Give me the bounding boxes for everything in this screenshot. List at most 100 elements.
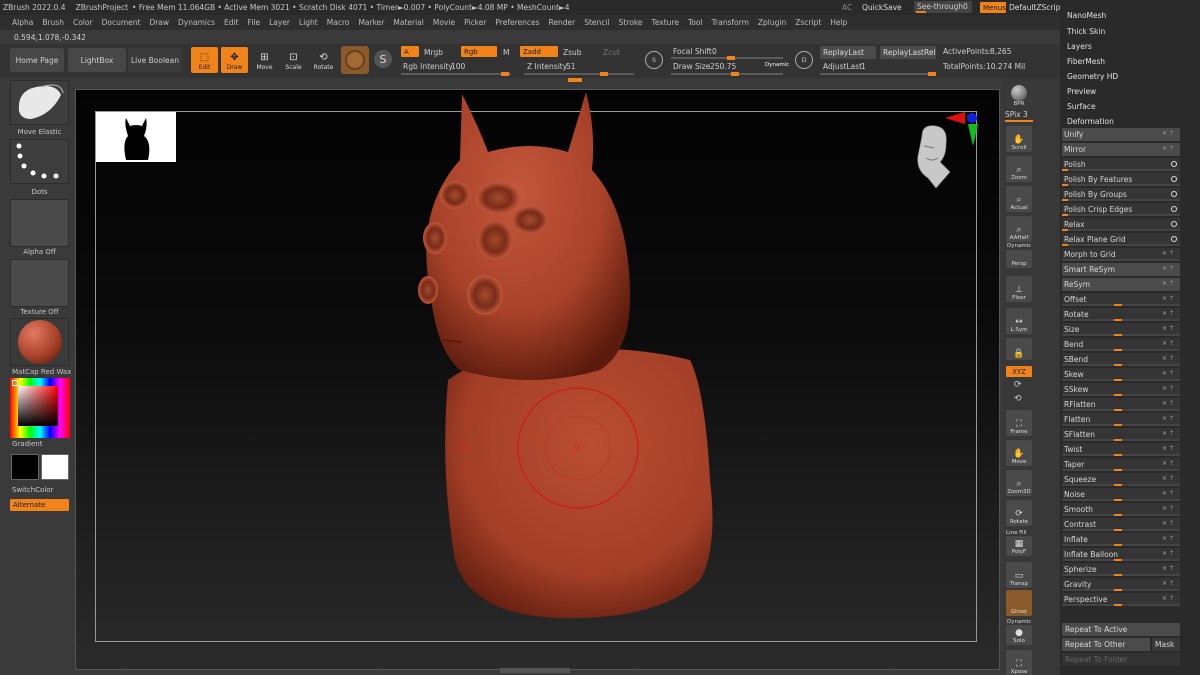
lock-button[interactable]: 🔒 bbox=[1006, 338, 1032, 360]
axis-toggle-icon[interactable]: × ⇡ bbox=[1162, 265, 1174, 272]
layers-tab[interactable]: Layers bbox=[1067, 42, 1092, 51]
deformation-mirror[interactable]: Mirror × ⇡ bbox=[1062, 143, 1180, 156]
default-zscript-button[interactable]: DefaultZScript bbox=[1009, 3, 1063, 12]
menu-alpha[interactable]: Alpha bbox=[12, 18, 33, 27]
deformation-relax-plane-grid[interactable]: Relax Plane Grid bbox=[1062, 233, 1180, 246]
deformation-taper[interactable]: Taper × ⇡ bbox=[1062, 458, 1180, 471]
deformation-polish-crisp-edges[interactable]: Polish Crisp Edges bbox=[1062, 203, 1180, 216]
toggle-circle-icon[interactable] bbox=[1171, 176, 1177, 182]
deformation-skew[interactable]: Skew × ⇡ bbox=[1062, 368, 1180, 381]
dynamic-d-icon[interactable]: D bbox=[795, 51, 813, 69]
scale-button[interactable]: ⊡ Scale bbox=[280, 47, 307, 73]
sculpt-model[interactable] bbox=[400, 90, 730, 620]
scroll-button[interactable]: ✋ Scroll bbox=[1006, 126, 1032, 152]
material-thumbnail[interactable] bbox=[10, 318, 69, 366]
rotate-button[interactable]: ⟲ Rotate bbox=[310, 47, 337, 73]
menu-preferences[interactable]: Preferences bbox=[495, 18, 539, 27]
axis-toggle-icon[interactable]: × ⇡ bbox=[1162, 400, 1174, 407]
polyf-button[interactable]: ▦ PolyF bbox=[1006, 536, 1032, 556]
geometry-hd-tab[interactable]: Geometry HD bbox=[1067, 72, 1118, 81]
deformation-flatten[interactable]: Flatten × ⇡ bbox=[1062, 413, 1180, 426]
axis-toggle-icon[interactable]: × ⇡ bbox=[1162, 460, 1174, 467]
menu-draw[interactable]: Draw bbox=[149, 18, 169, 27]
quicksave-button[interactable]: QuickSave bbox=[862, 3, 902, 12]
axis-toggle-icon[interactable]: × ⇡ bbox=[1162, 505, 1174, 512]
deformation-rotate[interactable]: Rotate × ⇡ bbox=[1062, 308, 1180, 321]
draw-button[interactable]: ✥ Draw bbox=[221, 47, 248, 73]
axis-toggle-icon[interactable]: × ⇡ bbox=[1162, 430, 1174, 437]
menu-light[interactable]: Light bbox=[299, 18, 318, 27]
m-button[interactable]: M bbox=[503, 48, 509, 57]
home-page-button[interactable]: Home Page bbox=[10, 48, 64, 72]
menu-file[interactable]: File bbox=[248, 18, 261, 27]
deformation-sbend[interactable]: SBend × ⇡ bbox=[1062, 353, 1180, 366]
deformation-perspective[interactable]: Perspective × ⇡ bbox=[1062, 593, 1180, 606]
zoom3d-button[interactable]: ⌕ Zoom3D bbox=[1006, 470, 1032, 496]
zadd-button[interactable]: Zadd bbox=[520, 46, 558, 57]
axis-toggle-icon[interactable]: × ⇡ bbox=[1162, 445, 1174, 452]
axis-toggle-icon[interactable]: × ⇡ bbox=[1162, 595, 1174, 602]
bpr-button[interactable]: BPR bbox=[1006, 82, 1032, 108]
deformation-rflatten[interactable]: RFlatten × ⇡ bbox=[1062, 398, 1180, 411]
deformation-unify[interactable]: Unify × ⇡ bbox=[1062, 128, 1180, 141]
rotate-view-button[interactable]: ⟳ Rotate bbox=[1006, 500, 1032, 526]
lightbox-button[interactable]: LightBox bbox=[68, 48, 126, 72]
repeat-to-active-button[interactable]: Repeat To Active bbox=[1062, 623, 1180, 636]
replay-last-button[interactable]: ReplayLast bbox=[820, 46, 876, 59]
axis-toggle-icon[interactable]: × ⇡ bbox=[1162, 325, 1174, 332]
lsym-button[interactable]: ↔ L.Sym bbox=[1006, 308, 1032, 334]
toggle-circle-icon[interactable] bbox=[1171, 206, 1177, 212]
menu-brush[interactable]: Brush bbox=[42, 18, 64, 27]
aahalf-button[interactable]: ⌕ AAHalf bbox=[1006, 216, 1032, 242]
solo-button[interactable]: ● Solo bbox=[1006, 625, 1032, 645]
menu-texture[interactable]: Texture bbox=[652, 18, 679, 27]
deformation-contrast[interactable]: Contrast × ⇡ bbox=[1062, 518, 1180, 531]
axis-toggle-icon[interactable]: × ⇡ bbox=[1162, 385, 1174, 392]
persp-button[interactable]: Persp bbox=[1006, 250, 1032, 268]
deformation-polish-by-features[interactable]: Polish By Features bbox=[1062, 173, 1180, 186]
menu-edit[interactable]: Edit bbox=[224, 18, 239, 27]
menu-zplugin[interactable]: Zplugin bbox=[758, 18, 786, 27]
axis-toggle-icon[interactable]: × ⇡ bbox=[1162, 355, 1174, 362]
axis-toggle-icon[interactable]: × ⇡ bbox=[1162, 535, 1174, 542]
deformation-relax[interactable]: Relax bbox=[1062, 218, 1180, 231]
menu-transform[interactable]: Transform bbox=[712, 18, 749, 27]
menu-color[interactable]: Color bbox=[73, 18, 93, 27]
menu-render[interactable]: Render bbox=[549, 18, 576, 27]
draw-size-slider[interactable] bbox=[671, 72, 783, 76]
menu-movie[interactable]: Movie bbox=[433, 18, 455, 27]
surface-tab[interactable]: Surface bbox=[1067, 102, 1096, 111]
current-brush-button[interactable] bbox=[341, 46, 369, 74]
main-color-swatch[interactable] bbox=[41, 454, 69, 480]
deformation-sskew[interactable]: SSkew × ⇡ bbox=[1062, 383, 1180, 396]
deformation-size[interactable]: Size × ⇡ bbox=[1062, 323, 1180, 336]
zoom-button[interactable]: ⌕ Zoom bbox=[1006, 156, 1032, 182]
see-through-slider[interactable]: See-through 0 bbox=[914, 1, 972, 13]
secondary-color-swatch[interactable] bbox=[11, 454, 39, 480]
mrgb-button[interactable]: Mrgb bbox=[424, 48, 443, 57]
axis-toggle-icon[interactable]: × ⇡ bbox=[1162, 475, 1174, 482]
zcut-button[interactable]: Zcut bbox=[603, 48, 620, 57]
menu-help[interactable]: Help bbox=[830, 18, 847, 27]
toggle-circle-icon[interactable] bbox=[1171, 161, 1177, 167]
floor-button[interactable]: ⊥ Floor bbox=[1006, 276, 1032, 302]
deformation-twist[interactable]: Twist × ⇡ bbox=[1062, 443, 1180, 456]
color-picker[interactable] bbox=[10, 378, 70, 438]
axis-toggle-icon[interactable]: × ⇡ bbox=[1162, 415, 1174, 422]
axis-toggle-icon[interactable]: × ⇡ bbox=[1162, 250, 1174, 257]
menu-stencil[interactable]: Stencil bbox=[584, 18, 609, 27]
ghost-button[interactable]: Ghost bbox=[1006, 590, 1032, 616]
axis-toggle-icon[interactable]: × ⇡ bbox=[1162, 520, 1174, 527]
axis-toggle-icon[interactable]: × ⇡ bbox=[1162, 295, 1174, 302]
a-button[interactable]: A bbox=[401, 46, 419, 57]
spix-control[interactable]: SPix 3 bbox=[1005, 110, 1028, 119]
rgb-intensity-slider[interactable] bbox=[401, 72, 511, 76]
toggle-circle-icon[interactable] bbox=[1171, 236, 1177, 242]
edit-button[interactable]: ⬚ Edit bbox=[191, 47, 218, 73]
deformation-offset[interactable]: Offset × ⇡ bbox=[1062, 293, 1180, 306]
menu-tool[interactable]: Tool bbox=[688, 18, 703, 27]
deformation-smart-resym[interactable]: Smart ReSym × ⇡ bbox=[1062, 263, 1180, 276]
adjust-last-slider[interactable] bbox=[820, 72, 936, 76]
replay-last-rel-button[interactable]: ReplayLastRel bbox=[880, 46, 936, 59]
xyz-button[interactable]: XYZ bbox=[1006, 366, 1032, 377]
